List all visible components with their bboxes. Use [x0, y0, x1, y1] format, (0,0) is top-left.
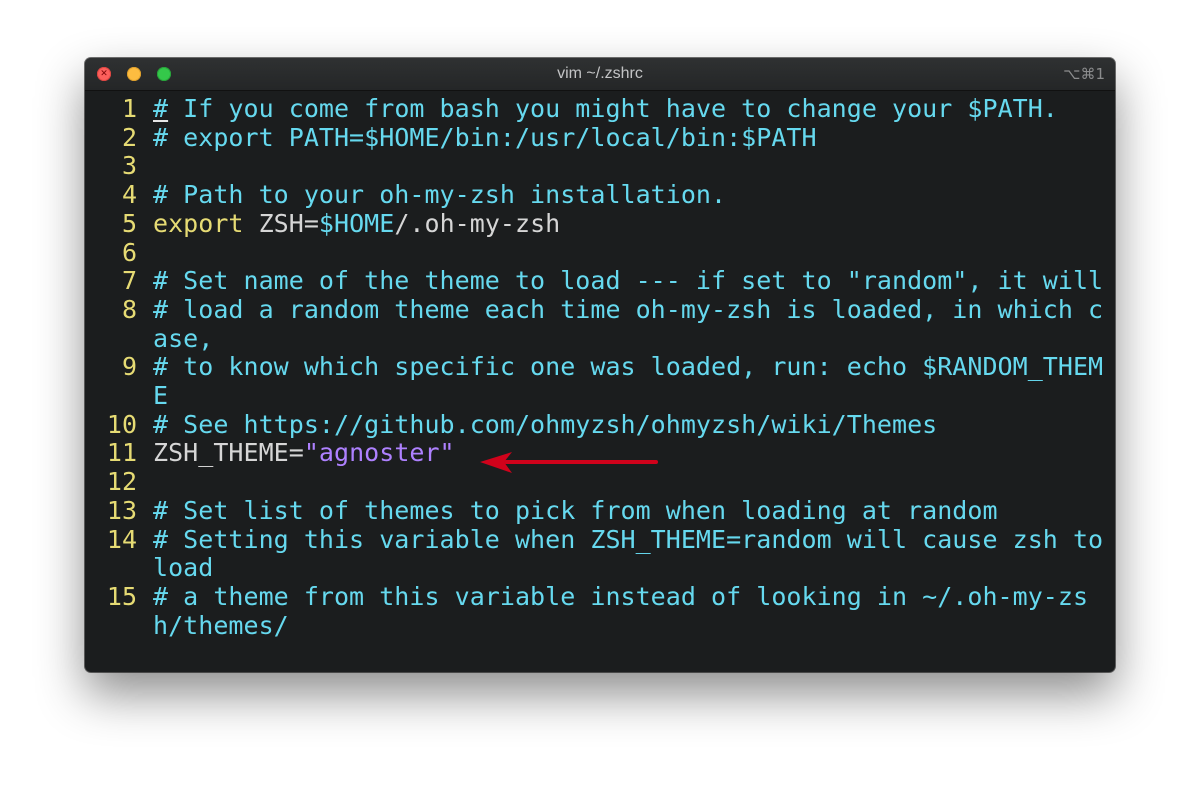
line-text[interactable]: # If you come from bash you might have t…: [153, 94, 1113, 124]
line-number: 7: [121, 266, 137, 296]
line-text[interactable]: # load a random theme each time oh-my-zs…: [153, 295, 1113, 353]
code-line: 1 # If you come from bash you might have…: [85, 94, 1115, 124]
line-number: 14: [106, 524, 137, 554]
line-number: 9: [121, 352, 137, 382]
title-bar[interactable]: ✕ vim ~/.zshrc ⌥⌘1: [85, 58, 1115, 91]
code-line: 15 # a theme from this variable instead …: [85, 581, 1115, 640]
line-number: 11: [106, 438, 137, 468]
code-line: 13 # Set list of themes to pick from whe…: [85, 495, 1115, 526]
code-line: 4 # Path to your oh-my-zsh installation.: [85, 180, 1115, 210]
comment-text: If you come from bash you might have to …: [168, 94, 1058, 123]
terminal-window: ✕ vim ~/.zshrc ⌥⌘1 1 # If you come from …: [85, 58, 1115, 672]
line-number: 2: [121, 122, 137, 152]
line-number: 1: [121, 94, 137, 123]
variable-text: $HOME: [318, 208, 395, 238]
code-line: 8 # load a random theme each time oh-my-…: [85, 294, 1115, 353]
code-line: 9 # to know which specific one was loade…: [85, 352, 1115, 410]
code-line: 6: [85, 237, 1115, 268]
code-line: 14 # Setting this variable when ZSH_THEM…: [85, 524, 1115, 583]
string-literal: "agnoster": [303, 438, 455, 468]
line-text[interactable]: # Setting this variable when ZSH_THEME=r…: [153, 525, 1113, 583]
code-line: 2 # export PATH=$HOME/bin:/usr/local/bin…: [85, 122, 1115, 153]
line-text[interactable]: # Set name of the theme to load --- if s…: [153, 267, 1113, 296]
line-number: 12: [106, 467, 137, 497]
line-text[interactable]: # export PATH=$HOME/bin:/usr/local/bin:$…: [153, 123, 1113, 153]
line-number: 5: [121, 208, 137, 238]
line-number: 3: [121, 151, 137, 181]
line-text[interactable]: # See https://github.com/ohmyzsh/ohmyzsh…: [153, 410, 1113, 440]
keyword-export: export: [153, 208, 244, 238]
line-text[interactable]: # to know which specific one was loaded,…: [153, 352, 1113, 410]
plain-text: /.oh-my-zsh: [394, 208, 561, 238]
code-line: 10 # See https://github.com/ohmyzsh/ohmy…: [85, 409, 1115, 440]
plain-text: ZSH_THEME=: [153, 438, 304, 468]
window-shortcut: ⌥⌘1: [1063, 65, 1105, 83]
line-number: 8: [121, 294, 137, 324]
line-text[interactable]: export ZSH=$HOME/.oh-my-zsh: [153, 208, 1113, 239]
plain-text: ZSH=: [243, 208, 319, 238]
line-number: 6: [121, 237, 137, 267]
window-title: vim ~/.zshrc: [557, 65, 643, 82]
line-text[interactable]: # a theme from this variable instead of …: [153, 582, 1113, 640]
line-text[interactable]: # Path to your oh-my-zsh installation.: [153, 180, 1113, 210]
vim-editor[interactable]: 1 # If you come from bash you might have…: [85, 94, 1115, 672]
line-number: 13: [106, 495, 137, 525]
code-line: 5 export ZSH=$HOME/.oh-my-zsh: [85, 208, 1115, 239]
line-number: 15: [106, 581, 137, 611]
line-number: 10: [106, 409, 137, 439]
code-line: 7 # Set name of the theme to load --- if…: [85, 267, 1115, 296]
line-text[interactable]: # Set list of themes to pick from when l…: [153, 496, 1113, 526]
line-number: 4: [121, 180, 137, 210]
code-line: 3: [85, 152, 1115, 181]
text-cursor: #: [153, 94, 169, 123]
annotation-arrow-icon: [480, 452, 658, 473]
